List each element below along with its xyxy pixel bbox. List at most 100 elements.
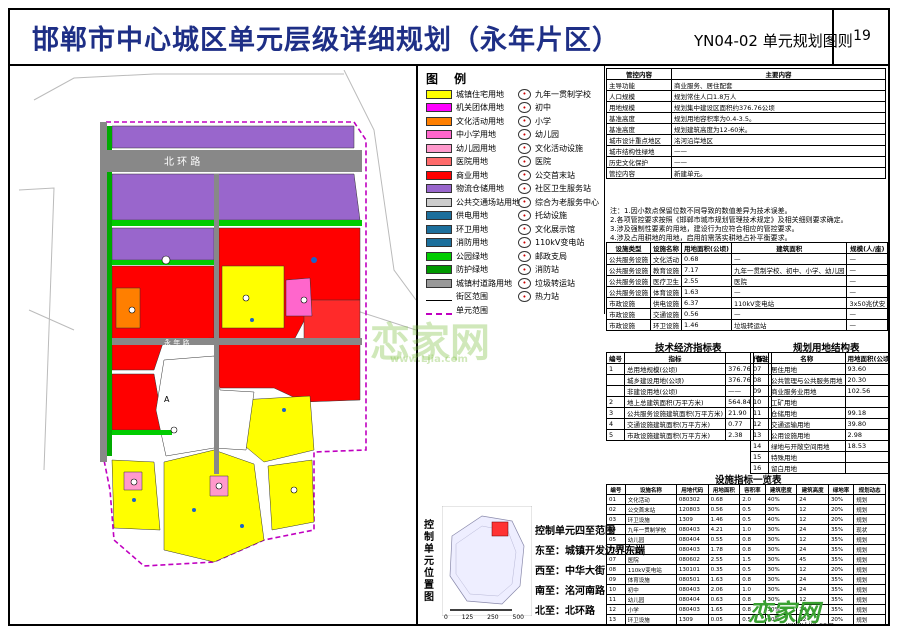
table-row: 市政设施环卫设施1.46垃圾转运站—1规划 — [606, 319, 888, 331]
facility-icon: • — [518, 129, 531, 140]
landuse-cell: 公共管理与公共服务用地 — [768, 374, 846, 386]
table-row: 01 文化活动 080302 0.68 2.0 40% 24 30% 规划 — [606, 494, 886, 505]
index-cell: 080404 — [675, 534, 709, 545]
index-header: 设施名称 — [624, 484, 677, 495]
landuse-cell: 12 — [750, 418, 769, 430]
facility-cell: 供电设施 — [650, 297, 682, 309]
legend-label: 文化活动用地 — [456, 116, 504, 126]
index-header: 用地面积 — [707, 484, 741, 495]
facility-cell: — — [846, 264, 888, 276]
facility-cell: 6.37 — [681, 297, 732, 309]
table-row: 人口规模 规划常住人口1.8万人 — [606, 90, 886, 102]
econ-cell: 2 — [606, 396, 625, 408]
legend-label: 中小学用地 — [456, 130, 496, 139]
facility-icon: • — [518, 88, 531, 100]
landuse-cell — [844, 462, 888, 474]
page-title: 邯郸市中心城区单元层级详细规划（永年片区） — [32, 25, 620, 56]
legend-label: 医院用地 — [456, 157, 488, 166]
table-row: 07 医院 080602 2.55 1.5 30% 45 35% 规划 — [606, 554, 886, 565]
econ-cell: 非建设用地(公顷) — [623, 385, 727, 397]
index-cell: 规划 — [853, 584, 886, 595]
control-cell: 人口规模 — [606, 90, 672, 102]
econ-cell: 4 — [606, 418, 625, 430]
table-row: 07居住用地93.6024.79 — [750, 363, 888, 375]
index-header: 建筑密度 — [764, 484, 798, 495]
table-row: 15 特殊用地 — [750, 451, 888, 463]
index-cell: 规划 — [853, 574, 886, 585]
legend-facility: • 九年一贯制学校 — [518, 88, 591, 100]
index-cell: 30% — [764, 544, 798, 555]
land-use-map[interactable]: 北 环 路 永 年 路 A — [14, 70, 416, 622]
index-cell: 080403 — [675, 544, 709, 555]
table-row: 09 体育设施 080501 1.63 0.8 30% 24 35% 规划 — [606, 574, 886, 585]
table-row: 06 小学 080403 1.78 0.8 30% 24 35% 规划 — [606, 544, 886, 555]
landuse-cell: 居住用地 — [768, 363, 846, 375]
index-cell: 1309 — [675, 614, 709, 624]
legend-swatch — [426, 278, 452, 288]
legend-label: 医院 — [535, 157, 551, 166]
index-cell: 35% — [827, 594, 855, 605]
legend-facility: • 邮政支局 — [518, 250, 567, 262]
legend: 图 例 城镇住宅用地 机关团体用地 文化活动用地 中小学用地 幼儿园用地 医院用地 商业用地… — [418, 68, 603, 318]
legend-label: 社区卫生服务站 — [535, 184, 591, 193]
index-cell: 30% — [764, 554, 798, 565]
legend-facility: • 文化展示馆 — [518, 223, 575, 235]
legend-label: 消防用地 — [456, 238, 488, 247]
facility-icon: • — [518, 210, 531, 221]
legend-label: 物流仓储用地 — [456, 184, 504, 193]
landuse-cell: 15 — [750, 451, 769, 463]
index-cell: 0.68 — [707, 494, 741, 505]
index-cell: 080404 — [675, 594, 709, 605]
legend-label: 供电用地 — [456, 211, 488, 220]
index-cell: 30% — [764, 564, 798, 575]
econ-cell: 5 — [606, 429, 625, 441]
plan-sheet: 邯郸市中心城区单元层级详细规划（永年片区） YN04-02 单元规划图则 19 — [8, 8, 890, 626]
legend-label: 文化活动设施 — [535, 143, 583, 153]
index-cell: 30% — [827, 494, 855, 505]
legend-facility: • 消防站 — [518, 264, 559, 276]
index-cell: 0.5 — [739, 514, 766, 525]
map-label: A — [164, 395, 170, 404]
legend-facility: • 初中 — [518, 102, 551, 114]
page-number-box: 19 — [832, 10, 888, 64]
legend-facility: • 社区卫生服务站 — [518, 183, 591, 195]
index-cell: 0.63 — [707, 594, 741, 605]
legend-swatch — [426, 238, 452, 247]
control-cell: 历史文化保护 — [606, 156, 672, 168]
index-cell: 1.0 — [739, 524, 766, 535]
facility-cell: — — [730, 286, 848, 298]
index-cell: 2.0 — [739, 494, 766, 505]
index-header: 用地代码 — [675, 484, 709, 495]
road-vertical — [214, 174, 219, 474]
facility-cell: 0.56 — [681, 308, 732, 320]
index-cell: 130101 — [675, 564, 709, 575]
table-row: 基准高度 规划建筑高度为12-60米。 — [606, 123, 886, 135]
legend-label: 城镇住宅用地 — [456, 89, 504, 99]
control-cell: 规划常住人口1.8万人 — [671, 90, 886, 102]
legend-facility: • 综合为老服务中心 — [518, 196, 599, 208]
legend-item: 机关团体用地 — [426, 102, 504, 114]
boundary-north: 北至：北环路 — [535, 606, 595, 617]
table-row: 公共服务设施教育设施7.17九年一贯制学校、初中、小学、幼儿园—9现状/规划 — [606, 264, 888, 276]
landuse-cell: 工矿用地 — [768, 396, 846, 408]
control-cell: 商业服务、居住配套 — [671, 79, 886, 91]
facility-icon: • — [518, 223, 531, 235]
control-cell: 规划集中建设区面积约376.76公顷 — [671, 101, 886, 113]
legend-label: 文化展示馆 — [535, 224, 575, 234]
legend-label: 九年一贯制学校 — [535, 89, 591, 99]
landuse-cell: 93.60 — [844, 363, 888, 375]
legend-swatch — [426, 211, 452, 220]
landuse-cell: 20.30 — [844, 374, 888, 386]
legend-swatch — [426, 265, 452, 274]
index-cell: 公交首末站 — [624, 504, 677, 515]
index-cell: 35% — [827, 544, 855, 555]
legend-swatch — [426, 170, 452, 180]
facility-cell: 交通设施 — [650, 308, 682, 320]
table-row: 02 公交首末站 120803 0.56 0.5 30% 12 20% 规划 — [606, 504, 886, 515]
parcel-school — [285, 277, 313, 317]
landuse-cell: 13 — [750, 429, 769, 441]
table-row: 基准高度 规划用地容积率为0.4-3.5。 — [606, 112, 886, 124]
notes: 注：1.因小数点保留位数不同导致的数值差异为技术误差。 2.各项管控要求按照《邯郸… — [610, 207, 886, 243]
legend-swatch — [426, 157, 452, 166]
legend-item: 城镇村道路用地 — [426, 277, 512, 289]
